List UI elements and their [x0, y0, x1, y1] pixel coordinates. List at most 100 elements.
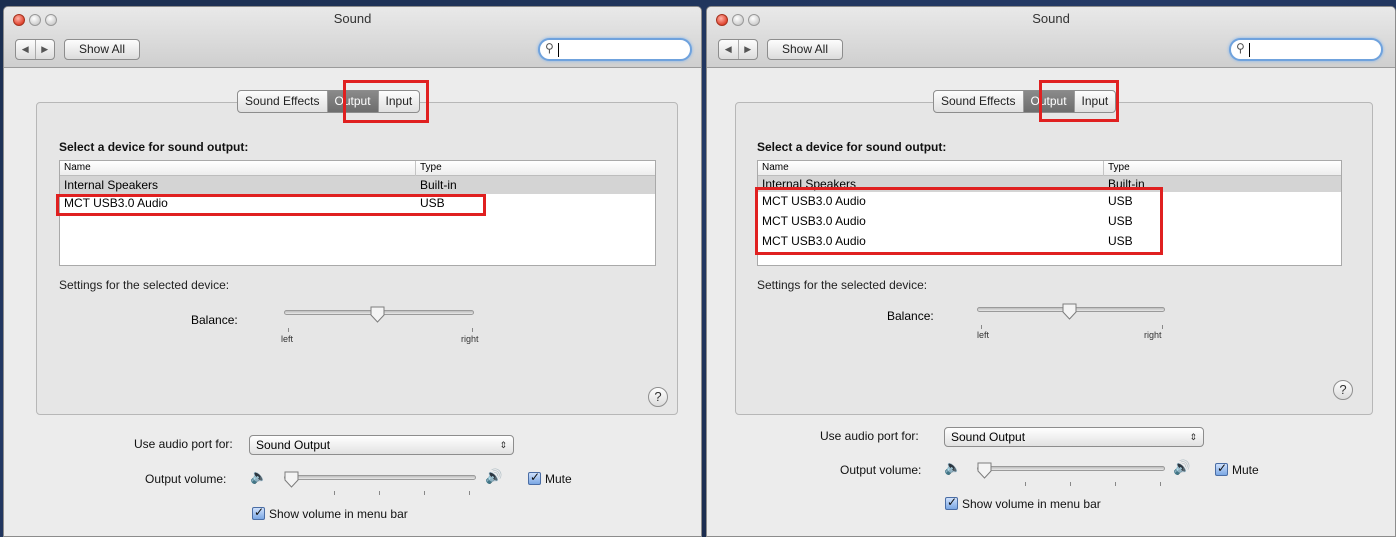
device-type: Built-in — [420, 178, 457, 192]
back-arrow-icon[interactable]: ◀ — [16, 40, 36, 59]
sound-window-left: Sound ◀ ▶ Show All ⚲ Sound Effects Outpu… — [3, 6, 702, 537]
slider-tick — [1162, 325, 1163, 329]
speaker-low-icon: 🔈 — [944, 459, 962, 475]
audio-port-select[interactable]: Sound Output ⇕ — [944, 427, 1204, 447]
show-volume-label: Show volume in menu bar — [269, 507, 408, 521]
device-name: MCT USB3.0 Audio — [762, 234, 866, 248]
table-row[interactable]: MCT USB3.0 Audio USB — [60, 194, 655, 212]
popup-arrows-icon: ⇕ — [1189, 432, 1197, 442]
device-type: Built-in — [1108, 177, 1145, 191]
device-type: USB — [420, 196, 445, 210]
audio-port-value: Sound Output — [256, 438, 331, 452]
show-all-button[interactable]: Show All — [64, 39, 140, 60]
device-name: MCT USB3.0 Audio — [762, 214, 866, 228]
output-volume-label: Output volume: — [840, 463, 922, 477]
speaker-low-icon: 🔈 — [250, 468, 268, 484]
show-volume-label: Show volume in menu bar — [962, 497, 1101, 511]
tab-output[interactable]: Output — [1023, 91, 1075, 112]
column-type[interactable]: Type — [420, 162, 442, 173]
search-input[interactable]: ⚲ — [538, 38, 692, 61]
device-name: Internal Speakers — [762, 177, 857, 191]
back-arrow-icon[interactable]: ◀ — [719, 40, 739, 59]
text-caret — [1249, 43, 1250, 57]
device-type: USB — [1108, 214, 1133, 228]
audio-port-select[interactable]: Sound Output ⇕ — [249, 435, 514, 455]
slider-tick — [472, 328, 473, 332]
balance-label: Balance: — [887, 309, 934, 323]
slider-tick — [1160, 482, 1161, 486]
balance-right-label: right — [461, 334, 479, 344]
tab-bar: Sound Effects Output Input — [933, 90, 1117, 113]
mute-label: Mute — [1232, 463, 1259, 477]
device-list-heading: Select a device for sound output: — [757, 140, 947, 154]
title-bar: Sound ◀ ▶ Show All ⚲ — [4, 7, 701, 68]
forward-arrow-icon[interactable]: ▶ — [739, 40, 758, 59]
tab-output[interactable]: Output — [327, 91, 379, 112]
title-bar: Sound ◀ ▶ Show All ⚲ — [707, 7, 1395, 68]
slider-tick — [1070, 482, 1071, 486]
column-name[interactable]: Name — [64, 162, 91, 173]
balance-right-label: right — [1144, 330, 1162, 340]
output-volume-slider[interactable] — [977, 466, 1165, 471]
audio-port-label: Use audio port for: — [820, 429, 919, 443]
device-table: Name Type Internal Speakers Built-in MCT… — [757, 160, 1342, 266]
output-volume-slider[interactable] — [284, 475, 476, 480]
device-type: USB — [1108, 234, 1133, 248]
device-list-heading: Select a device for sound output: — [59, 140, 249, 154]
audio-port-value: Sound Output — [951, 430, 1026, 444]
back-forward-buttons[interactable]: ◀ ▶ — [718, 39, 758, 60]
slider-tick — [981, 325, 982, 329]
tab-sound-effects[interactable]: Sound Effects — [934, 91, 1024, 112]
mute-label: Mute — [545, 472, 572, 486]
table-row[interactable]: MCT USB3.0 Audio USB — [758, 212, 1341, 232]
table-row[interactable]: MCT USB3.0 Audio USB — [758, 232, 1341, 252]
search-icon: ⚲ — [545, 41, 554, 55]
show-volume-checkbox[interactable] — [945, 495, 958, 510]
balance-label: Balance: — [191, 313, 238, 327]
speaker-high-icon: 🔊 — [485, 468, 503, 484]
device-name: MCT USB3.0 Audio — [64, 196, 168, 210]
device-type: USB — [1108, 194, 1133, 208]
balance-slider-thumb[interactable] — [1062, 303, 1077, 320]
table-row[interactable]: MCT USB3.0 Audio USB — [758, 192, 1341, 212]
device-name: MCT USB3.0 Audio — [762, 194, 866, 208]
column-type[interactable]: Type — [1108, 162, 1130, 173]
help-button[interactable]: ? — [1333, 380, 1353, 400]
show-all-button[interactable]: Show All — [767, 39, 843, 60]
table-row[interactable]: Internal Speakers Built-in — [758, 176, 1341, 192]
show-volume-checkbox[interactable] — [252, 505, 265, 520]
slider-tick — [424, 491, 425, 495]
sound-window-right: Sound ◀ ▶ Show All ⚲ Sound Effects Outpu… — [706, 6, 1396, 537]
slider-tick — [334, 491, 335, 495]
tab-input[interactable]: Input — [379, 91, 420, 112]
column-divider — [415, 161, 416, 176]
window-title: Sound — [1032, 11, 1070, 26]
balance-left-label: left — [281, 334, 294, 344]
popup-arrows-icon: ⇕ — [499, 440, 507, 450]
settings-label: Settings for the selected device: — [757, 278, 928, 292]
slider-tick — [1115, 482, 1116, 486]
forward-arrow-icon[interactable]: ▶ — [36, 40, 55, 59]
settings-label: Settings for the selected device: — [59, 278, 230, 292]
mute-checkbox[interactable] — [1215, 461, 1228, 476]
audio-port-label: Use audio port for: — [134, 437, 233, 451]
mute-checkbox[interactable] — [528, 470, 541, 485]
output-volume-label: Output volume: — [145, 472, 227, 486]
table-row[interactable]: Internal Speakers Built-in — [60, 176, 655, 194]
device-name: Internal Speakers — [64, 178, 159, 192]
tab-input[interactable]: Input — [1075, 91, 1116, 112]
volume-slider-thumb[interactable] — [284, 471, 299, 488]
search-input[interactable]: ⚲ — [1229, 38, 1383, 61]
volume-slider-thumb[interactable] — [977, 462, 992, 479]
slider-tick — [1025, 482, 1026, 486]
help-button[interactable]: ? — [648, 387, 668, 407]
tab-sound-effects[interactable]: Sound Effects — [238, 91, 328, 112]
search-icon: ⚲ — [1236, 41, 1245, 55]
slider-tick — [288, 328, 289, 332]
column-divider — [1103, 161, 1104, 176]
tab-bar: Sound Effects Output Input — [237, 90, 421, 113]
table-header: Name Type — [60, 161, 655, 176]
column-name[interactable]: Name — [762, 162, 789, 173]
balance-slider-thumb[interactable] — [370, 306, 385, 323]
back-forward-buttons[interactable]: ◀ ▶ — [15, 39, 55, 60]
